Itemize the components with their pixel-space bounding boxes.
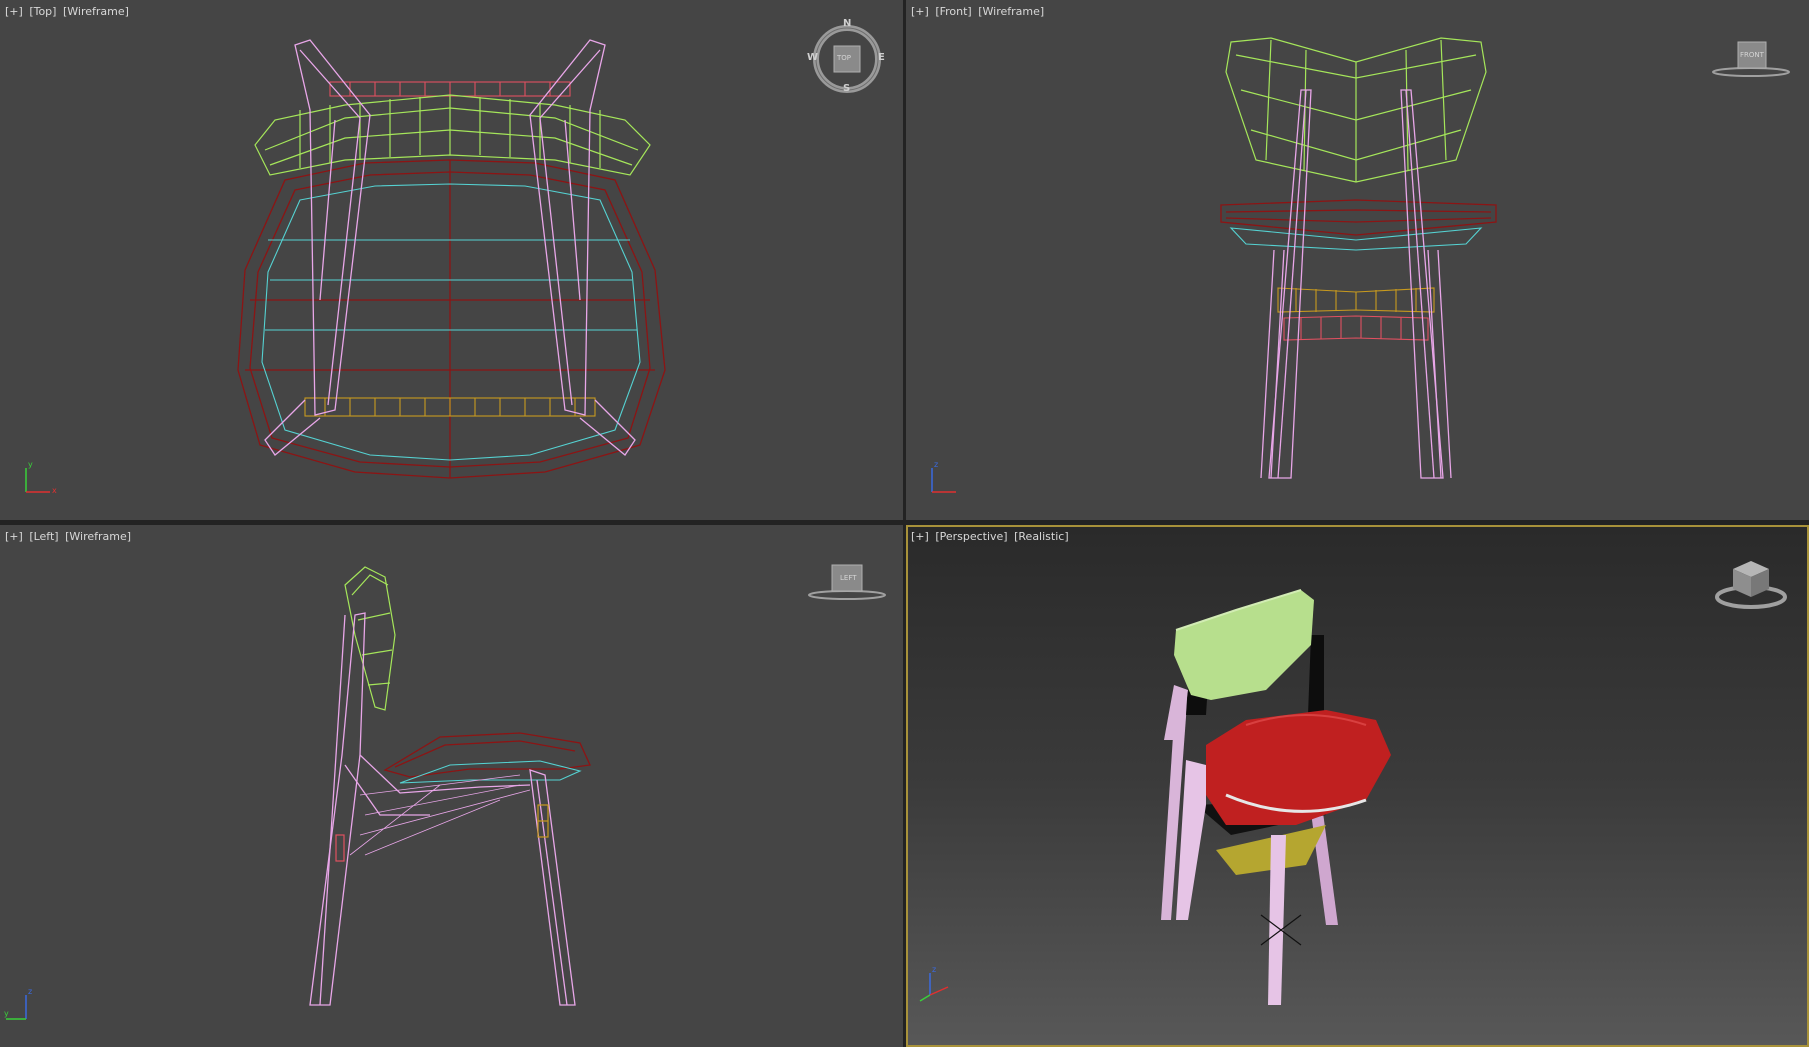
compass-n-label[interactable]: N [843,18,851,29]
viewport-left[interactable]: LEFT z y [+] [Left] [Wireframe] [0,525,903,1047]
viewcube-icon [1712,41,1790,77]
compass-s-label[interactable]: S [843,83,850,94]
shading-menu[interactable]: [Wireframe] [978,5,1044,18]
viewcube-3d-icon [1715,561,1787,609]
chair-wireframe-top [237,39,666,479]
viewport-menu-button[interactable]: [+] [5,5,23,18]
view-name-menu[interactable]: [Front] [935,5,971,18]
viewport-label-top: [+] [Top] [Wireframe] [5,5,132,18]
axis-x-label: x [52,486,57,495]
viewcube-front-face-label[interactable]: FRONT [1740,51,1764,59]
viewport-perspective[interactable]: z [+] [Perspective] [Realistic] [906,525,1809,1047]
view-name-menu[interactable]: [Left] [29,530,58,543]
view-name-menu[interactable]: [Top] [29,5,56,18]
axis-z-label: z [932,965,937,974]
chair-wireframe-front [1220,37,1497,479]
axis-tripod-top: y x [20,458,60,498]
axis-z-label: z [934,460,939,469]
compass-e-label[interactable]: E [878,52,885,63]
viewcube-front[interactable]: FRONT [1706,38,1796,80]
compass-w-label[interactable]: W [807,52,818,63]
viewport-label-left: [+] [Left] [Wireframe] [5,530,134,543]
viewport-menu-button[interactable]: [+] [5,530,23,543]
viewcube-icon [808,564,886,600]
axis-y-label: y [4,1009,9,1018]
viewport-top[interactable]: TOP N S W E y x [+] [Top] [Wireframe] [0,0,903,520]
viewcube-top[interactable]: TOP N S W E [807,18,886,98]
viewcube-top-face-label[interactable]: TOP [837,54,851,62]
chair-render-perspective [1161,589,1391,1005]
axis-tripod-left: z y [4,985,44,1025]
viewport-menu-button[interactable]: [+] [911,5,929,18]
viewport-menu-button[interactable]: [+] [911,530,929,543]
shading-menu[interactable]: [Realistic] [1014,530,1069,543]
axis-z-label: z [28,987,33,996]
axis-tripod-perspective: z [918,965,958,1005]
shading-menu[interactable]: [Wireframe] [63,5,129,18]
viewport-front[interactable]: FRONT z [+] [Front] [Wireframe] [906,0,1809,520]
chair-wireframe-left [309,566,591,1006]
viewport-label-perspective: [+] [Perspective] [Realistic] [911,530,1072,543]
viewcube-left[interactable]: LEFT [802,561,892,603]
viewport-label-front: [+] [Front] [Wireframe] [911,5,1047,18]
viewcube-left-face-label[interactable]: LEFT [840,574,857,582]
axis-tripod-front: z [926,458,966,498]
shading-menu[interactable]: [Wireframe] [65,530,131,543]
view-name-menu[interactable]: [Perspective] [935,530,1007,543]
viewcube-perspective[interactable] [1711,555,1791,611]
axis-y-label: y [28,460,33,469]
